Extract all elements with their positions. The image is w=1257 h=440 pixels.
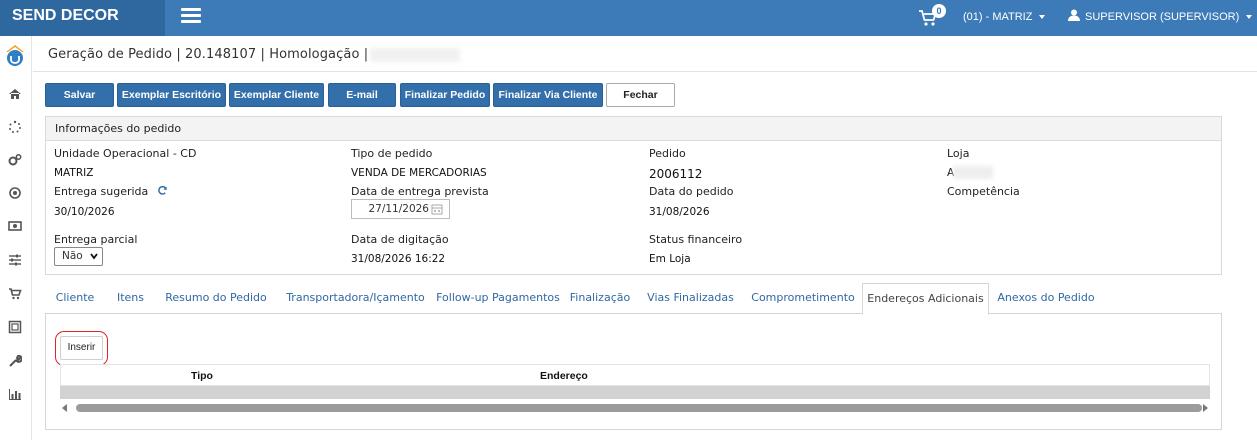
office-copy-button[interactable]: Exemplar Escritório (117, 83, 226, 107)
calendar-icon[interactable] (430, 202, 444, 216)
scroll-right-icon[interactable] (1203, 404, 1208, 412)
client-copy-button[interactable]: Exemplar Cliente (229, 83, 324, 107)
unit-label: Unidade Operacional - CD (54, 147, 197, 160)
email-button[interactable]: E-mail (328, 83, 396, 107)
finalize-order-button[interactable]: Finalizar Pedido (400, 83, 490, 107)
store-selector-label: (01) - MATRIZ (963, 11, 1033, 23)
financial-status-label: Status financeiro (649, 233, 743, 246)
finalize-client-button[interactable]: Finalizar Via Cliente (493, 83, 603, 107)
redacted-text (370, 47, 461, 62)
header-divider (33, 71, 1257, 72)
tab-finalizacao[interactable]: Finalização (565, 283, 635, 314)
save-button[interactable]: Salvar (45, 83, 114, 107)
tab-vias-finalizadas[interactable]: Vias Finalizadas (643, 283, 738, 314)
store-selector[interactable]: (01) - MATRIZ (963, 0, 1046, 36)
financial-status-value: Em Loja (649, 253, 691, 265)
chevron-down-icon (1246, 15, 1253, 20)
redacted-store (953, 166, 993, 179)
chevron-down-icon (90, 253, 98, 260)
chevron-down-icon (1039, 15, 1046, 20)
sliders-icon[interactable] (8, 253, 22, 267)
unit-value: MATRIZ (54, 167, 94, 179)
table-row[interactable] (60, 386, 1210, 399)
order-type-value: VENDA DE MERCADORIAS (351, 167, 487, 179)
scroll-left-icon[interactable] (62, 404, 67, 412)
horizontal-scrollbar[interactable] (60, 401, 1210, 415)
order-number-value: 2006112 (649, 167, 703, 181)
money-icon[interactable] (8, 219, 22, 233)
loading-icon[interactable] (8, 120, 22, 134)
top-bar: SEND DECOR 0 (01) - MATRIZ SUPERVISOR (S… (0, 0, 1257, 36)
order-info-panel: Informações do pedido Unidade Operaciona… (45, 116, 1222, 275)
user-icon (1068, 9, 1080, 21)
chart-icon[interactable] (8, 387, 22, 401)
refresh-icon[interactable] (157, 185, 168, 196)
partial-delivery-value: Não (62, 250, 83, 262)
suggested-delivery-label: Entrega sugerida (54, 185, 168, 198)
menu-toggle-icon[interactable] (181, 8, 201, 24)
expected-delivery-label: Data de entrega prevista (351, 185, 489, 198)
tab-enderecos-adicionais[interactable]: Endereços Adicionais (862, 283, 989, 315)
order-type-label: Tipo de pedido (351, 147, 433, 160)
tab-resumo[interactable]: Resumo do Pedido (161, 283, 271, 314)
partial-delivery-select[interactable]: Não (54, 247, 103, 266)
tab-transportadora[interactable]: Transportadora/Içamento (278, 283, 433, 314)
cart-icon[interactable] (8, 287, 22, 301)
typing-date-label: Data de digitação (351, 233, 449, 246)
tab-comprometimento[interactable]: Comprometimento (750, 283, 856, 314)
column-header-tipo[interactable]: Tipo (191, 365, 213, 387)
user-menu-label: SUPERVISOR (SUPERVISOR) (1085, 11, 1240, 23)
tab-followup[interactable]: Follow-up Pagamentos (430, 283, 566, 314)
wrench-icon[interactable] (8, 354, 22, 368)
tab-cliente[interactable]: Cliente (47, 283, 103, 314)
typing-date-value: 31/08/2026 16:22 (351, 253, 446, 265)
close-button[interactable]: Fechar (606, 83, 675, 107)
addresses-grid-header: Tipo Endereço (60, 364, 1210, 386)
store-label: Loja (947, 147, 970, 160)
user-menu[interactable]: SUPERVISOR (SUPERVISOR) (1068, 0, 1253, 36)
order-number-label: Pedido (649, 147, 686, 160)
order-date-label: Data do pedido (649, 185, 734, 198)
breadcrumb: Geração de Pedido | 20.148107 | Homologa… (48, 47, 461, 62)
suggested-delivery-label-text: Entrega sugerida (54, 185, 149, 198)
brand-logo[interactable]: SEND DECOR (0, 0, 165, 36)
image-icon[interactable] (8, 320, 22, 334)
column-header-endereco[interactable]: Endereço (540, 365, 588, 387)
target-icon[interactable] (8, 186, 22, 200)
tab-anexos[interactable]: Anexos do Pedido (995, 283, 1097, 314)
scroll-thumb[interactable] (76, 404, 1202, 412)
cart-count-badge: 0 (932, 4, 946, 18)
addresses-panel: Inserir Tipo Endereço (45, 314, 1222, 430)
insert-button[interactable]: Inserir (60, 336, 103, 360)
order-tabs: Cliente Itens Resumo do Pedido Transport… (45, 283, 1222, 315)
settings-icon[interactable] (8, 153, 22, 167)
suggested-delivery-value: 30/10/2026 (54, 206, 115, 218)
sidebar (0, 36, 32, 440)
logo-icon[interactable] (4, 44, 26, 68)
partial-delivery-label: Entrega parcial (54, 233, 138, 246)
home-icon[interactable] (8, 87, 22, 101)
breadcrumb-text: Geração de Pedido | 20.148107 | Homologa… (48, 47, 369, 62)
panel-title: Informações do pedido (46, 117, 1221, 141)
order-date-value: 31/08/2026 (649, 206, 710, 218)
tab-itens[interactable]: Itens (108, 283, 153, 314)
competence-label: Competência (947, 185, 1020, 198)
